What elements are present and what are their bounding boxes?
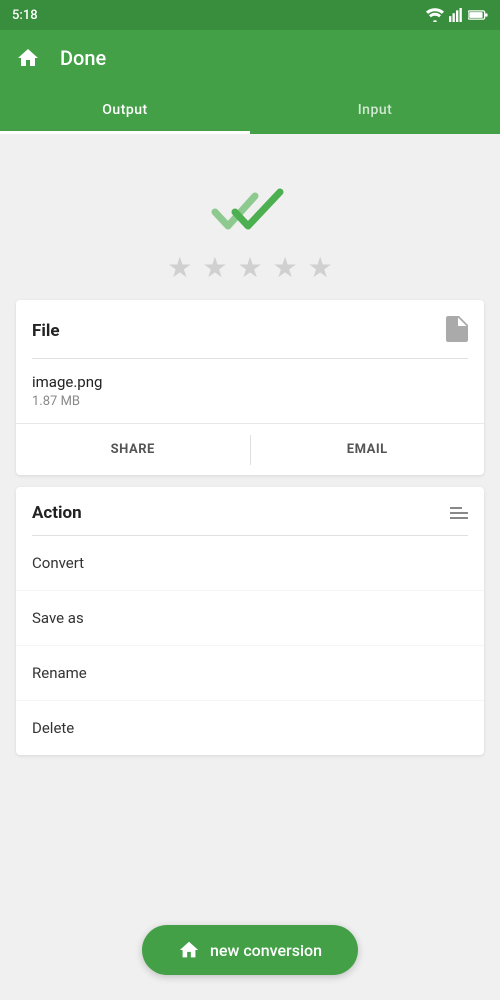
file-info: image.png 1.87 MB — [16, 359, 484, 423]
status-icons — [426, 8, 488, 22]
action-delete[interactable]: Delete — [16, 701, 484, 755]
file-card-header: File — [16, 300, 484, 358]
list-icon — [450, 507, 468, 519]
stars: ★ ★ ★ ★ ★ — [167, 251, 333, 284]
file-card-icon — [446, 316, 468, 346]
action-rename[interactable]: Rename — [16, 646, 484, 701]
action-card-title: Action — [32, 503, 82, 523]
star-1[interactable]: ★ — [167, 251, 192, 284]
status-bar: 5:18 — [0, 0, 500, 30]
new-conversion-home-icon — [178, 939, 200, 961]
tab-input[interactable]: Input — [250, 86, 500, 134]
top-bar: Done — [0, 30, 500, 86]
file-card-actions: SHARE EMAIL — [16, 423, 484, 475]
share-button[interactable]: SHARE — [16, 428, 250, 471]
action-save-as[interactable]: Save as — [16, 591, 484, 646]
star-3[interactable]: ★ — [237, 251, 262, 284]
file-size: 1.87 MB — [32, 394, 468, 409]
home-icon[interactable] — [16, 46, 40, 70]
file-name: image.png — [32, 373, 468, 391]
action-card-header: Action — [16, 487, 484, 535]
star-5[interactable]: ★ — [308, 251, 333, 284]
bottom-area: new conversion — [0, 900, 500, 1000]
double-check-icon — [200, 174, 300, 239]
file-card-title: File — [32, 321, 60, 341]
tab-output[interactable]: Output — [0, 86, 250, 134]
star-2[interactable]: ★ — [202, 251, 227, 284]
new-conversion-button[interactable]: new conversion — [142, 925, 358, 975]
action-convert[interactable]: Convert — [16, 536, 484, 591]
action-card: Action Convert Save as Rename Delete — [16, 487, 484, 755]
battery-icon — [468, 9, 488, 21]
main-content: ★ ★ ★ ★ ★ File image.png 1.87 MB SHARE E… — [0, 134, 500, 787]
file-card: File image.png 1.87 MB SHARE EMAIL — [16, 300, 484, 475]
star-4[interactable]: ★ — [273, 251, 298, 284]
email-button[interactable]: EMAIL — [251, 428, 485, 471]
file-icon — [446, 316, 468, 342]
wifi-icon — [426, 8, 444, 22]
top-bar-title: Done — [60, 46, 106, 70]
action-list: Convert Save as Rename Delete — [16, 536, 484, 755]
signal-icon — [449, 8, 463, 22]
tabs: Output Input — [0, 86, 500, 134]
check-area: ★ ★ ★ ★ ★ — [16, 154, 484, 300]
status-time: 5:18 — [12, 8, 38, 23]
new-conversion-label: new conversion — [210, 941, 322, 960]
